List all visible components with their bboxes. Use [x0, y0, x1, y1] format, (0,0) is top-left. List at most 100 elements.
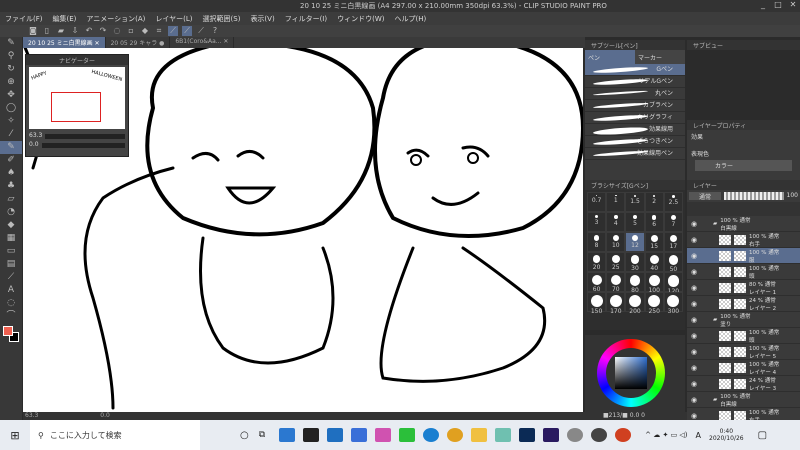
- brush-size-option[interactable]: 120: [663, 272, 683, 295]
- redo-icon[interactable]: ↷: [98, 26, 108, 36]
- app-icon[interactable]: [327, 428, 344, 442]
- brush-icon[interactable]: ♠: [0, 167, 22, 180]
- layer-row[interactable]: ◉ 24 % 通常 レイヤー 2: [687, 296, 800, 312]
- visibility-eye-icon[interactable]: ◉: [687, 412, 701, 420]
- tab-marker[interactable]: マーカー: [635, 50, 685, 64]
- layer-row[interactable]: ◉ 100 % 通常右手: [687, 232, 800, 248]
- cortana-icon[interactable]: ○: [240, 430, 249, 441]
- layer-row[interactable]: ◉ 24 % 通常 レイヤー 3: [687, 376, 800, 392]
- app-icon[interactable]: [351, 428, 368, 442]
- task-view-icon[interactable]: ⧉: [259, 430, 265, 440]
- save-icon[interactable]: ⇩: [70, 26, 80, 36]
- frame-icon[interactable]: ▤: [0, 258, 22, 271]
- navigator-preview[interactable]: HAPPY HALLOWEEN: [29, 67, 125, 129]
- visibility-eye-icon[interactable]: ◉: [687, 268, 701, 276]
- visibility-eye-icon[interactable]: ◉: [687, 332, 701, 340]
- clip-studio-paint-icon[interactable]: [591, 428, 608, 442]
- brush-size-option[interactable]: 12: [625, 232, 645, 252]
- deselect-icon[interactable]: ◌: [112, 26, 122, 36]
- snap-grid-icon[interactable]: ⟋: [196, 26, 206, 36]
- brush-size-option[interactable]: 300: [663, 292, 683, 315]
- menu-selection[interactable]: 選択範囲(S): [198, 12, 246, 25]
- eraser-icon[interactable]: ▱: [0, 193, 22, 206]
- clip-studio-icon[interactable]: [567, 428, 584, 442]
- fill-icon[interactable]: ◆: [140, 26, 150, 36]
- brush-size-option[interactable]: 8: [587, 232, 607, 252]
- figure-icon[interactable]: ▭: [0, 245, 22, 258]
- brush-size-option[interactable]: 25: [606, 252, 626, 272]
- help-icon[interactable]: ?: [210, 26, 220, 36]
- brush-size-option[interactable]: 4: [606, 212, 626, 232]
- brush-size-option[interactable]: 100: [644, 272, 664, 294]
- pen-tool-icon[interactable]: ✎: [0, 37, 22, 50]
- system-tray-icons[interactable]: ^ ☁ ✦ ▭ ◁): [645, 431, 687, 439]
- visibility-eye-icon[interactable]: ◉: [687, 396, 701, 404]
- brush-size-option[interactable]: 200: [625, 292, 645, 315]
- status-rotation[interactable]: 0.0: [100, 412, 110, 419]
- brush-size-option[interactable]: 70: [606, 272, 626, 293]
- mail-app-icon[interactable]: [279, 428, 296, 442]
- brush-size-option[interactable]: 2.5: [663, 192, 683, 212]
- brush-item[interactable]: 効果線用: [585, 124, 685, 136]
- layer-folder[interactable]: ◉ ▰ 100 % 通常 塗り: [687, 312, 800, 328]
- visibility-eye-icon[interactable]: ◉: [687, 300, 701, 308]
- brush-item[interactable]: リアルGペン: [585, 76, 685, 88]
- status-zoom[interactable]: 63.3: [25, 412, 38, 419]
- blend-icon[interactable]: ◔: [0, 206, 22, 219]
- close-button[interactable]: ✕: [786, 0, 800, 12]
- brush-size-option[interactable]: 20: [587, 252, 607, 272]
- maximize-button[interactable]: □: [771, 0, 785, 12]
- brush-size-option[interactable]: 17: [663, 232, 683, 252]
- menu-window[interactable]: ウィンドウ(W): [332, 12, 389, 25]
- drawing-canvas[interactable]: ナビゲーター HAPPY HALLOWEEN 63.3 0.0: [23, 48, 583, 412]
- clip-studio-icon[interactable]: ◙: [28, 26, 38, 36]
- visibility-eye-icon[interactable]: ◉: [687, 380, 701, 388]
- brush-item[interactable]: 丸ペン: [585, 88, 685, 100]
- brush-size-option[interactable]: 30: [625, 252, 645, 272]
- ime-indicator[interactable]: A: [696, 431, 701, 440]
- magic-wand-icon[interactable]: ✧: [0, 115, 22, 128]
- clock[interactable]: 0:40 2020/10/26: [709, 428, 744, 442]
- layer-row[interactable]: ◉ 100 % 通常 レイヤー 5: [687, 344, 800, 360]
- rotation-slider[interactable]: [41, 143, 125, 148]
- pencil-icon[interactable]: ✐: [0, 154, 22, 167]
- brush-item[interactable]: 効果線用ペン: [585, 148, 685, 160]
- zoom-tool-icon[interactable]: ⚲: [0, 50, 22, 63]
- brush-size-option[interactable]: 2: [644, 192, 664, 212]
- layer-folder[interactable]: ◉ ▰ 100 % 通常 白黒線: [687, 392, 800, 408]
- brush-size-option[interactable]: 0.7: [587, 192, 607, 212]
- brush-item[interactable]: ざらつきペン: [585, 136, 685, 148]
- menu-animation[interactable]: アニメーション(A): [81, 12, 150, 25]
- navigator-rotation-value[interactable]: 0.0: [29, 141, 39, 148]
- brush-item[interactable]: カリグラフィ: [585, 112, 685, 124]
- tab-document-1[interactable]: 20 10 25 ミニ白黒線画 ✕: [23, 37, 106, 48]
- layer-row[interactable]: ◉ 100 % 通常 レイヤー 4: [687, 360, 800, 376]
- expression-color-select[interactable]: カラー: [695, 160, 792, 171]
- blend-mode-select[interactable]: 通常: [689, 192, 722, 201]
- app-icon[interactable]: [495, 428, 512, 442]
- navigator-viewport-frame[interactable]: [51, 92, 101, 122]
- eyedropper-icon[interactable]: ⁄: [0, 128, 22, 141]
- new-file-icon[interactable]: ▯: [42, 26, 52, 36]
- layer-row[interactable]: ◉ 80 % 通常 レイヤー 1: [687, 280, 800, 296]
- open-folder-icon[interactable]: ▰: [56, 26, 66, 36]
- brush-size-option[interactable]: 170: [606, 292, 626, 315]
- navigator-zoom-value[interactable]: 63.3: [29, 132, 42, 139]
- app-icon[interactable]: [303, 428, 320, 442]
- menu-filter[interactable]: フィルター(I): [280, 12, 332, 25]
- brush-size-option[interactable]: 50: [663, 252, 683, 273]
- notification-icon[interactable]: ▢: [758, 430, 767, 441]
- layer-row[interactable]: ◉ 100 % 通常服: [687, 248, 800, 264]
- brush-size-option[interactable]: 1.5: [625, 192, 645, 212]
- pen-icon[interactable]: ✎: [0, 141, 22, 154]
- tab-document-3[interactable]: 6B1(Coro&Aa... ✕: [170, 37, 235, 48]
- object-tool-icon[interactable]: ⊕: [0, 76, 22, 89]
- menu-help[interactable]: ヘルプ(H): [389, 12, 431, 25]
- minimize-button[interactable]: _: [756, 0, 770, 12]
- move-tool-icon[interactable]: ✥: [0, 89, 22, 102]
- tab-pen[interactable]: ペン: [585, 50, 635, 64]
- chrome-icon[interactable]: [447, 428, 464, 442]
- brush-item[interactable]: カブラペン: [585, 100, 685, 112]
- visibility-eye-icon[interactable]: ◉: [687, 316, 701, 324]
- brush-size-option[interactable]: 60: [587, 272, 607, 293]
